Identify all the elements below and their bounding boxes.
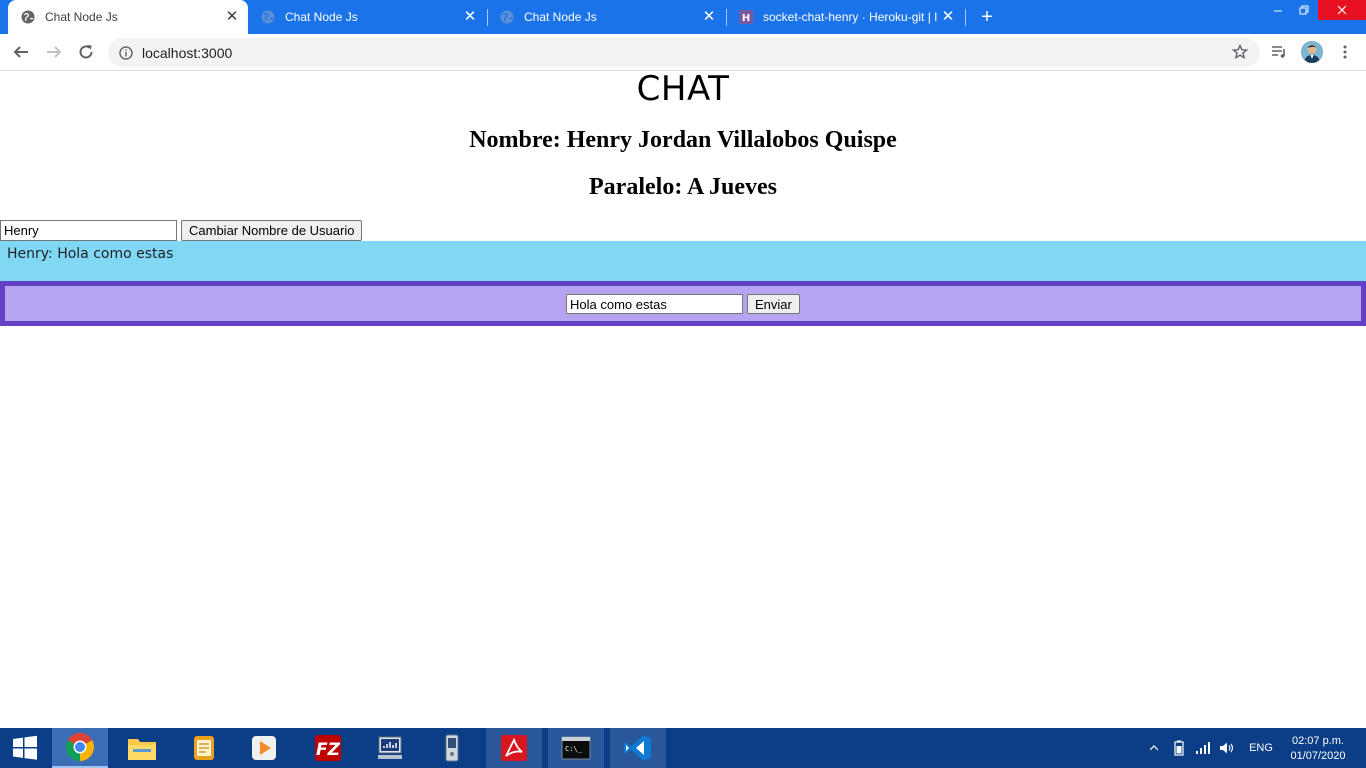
menu-kebab-icon[interactable] (1333, 40, 1357, 64)
acrobat-icon (501, 735, 527, 761)
restore-icon[interactable] (1291, 0, 1317, 20)
svg-text:H: H (742, 13, 750, 24)
tab-chat-node-1[interactable]: Chat Node Js ✕ (8, 0, 248, 34)
tab-strip: Chat Node Js ✕ Chat Node Js ✕ Chat Node … (0, 0, 1366, 34)
windows-logo-icon (13, 735, 37, 760)
change-username-button[interactable]: Cambiar Nombre de Usuario (181, 220, 363, 241)
network-signal-icon[interactable] (1193, 728, 1213, 768)
media-queue-icon[interactable] (1267, 40, 1291, 64)
reload-icon[interactable] (74, 40, 98, 64)
svg-text:C:\_: C:\_ (565, 745, 583, 753)
device-icon (445, 734, 459, 762)
globe-icon (500, 10, 514, 24)
filezilla-icon: FZ (315, 735, 341, 761)
messages-list: Henry: Hola como estas (0, 241, 1366, 281)
new-tab-icon[interactable]: + (977, 6, 997, 28)
message-input[interactable] (566, 294, 743, 314)
tab-title: Chat Node Js (285, 10, 358, 24)
back-arrow-icon[interactable] (9, 40, 33, 64)
folder-icon (128, 739, 156, 760)
student-name-heading: Nombre: Henry Jordan Villalobos Quispe (469, 127, 897, 153)
taskbar-file-explorer[interactable] (114, 728, 170, 768)
taskbar-acrobat[interactable] (486, 728, 542, 768)
close-tab-icon[interactable]: ✕ (701, 9, 717, 25)
chrome-icon (66, 733, 94, 761)
taskbar-chrome[interactable] (52, 728, 108, 768)
media-player-icon (252, 736, 276, 760)
vscode-icon (624, 735, 651, 761)
tab-chat-node-3[interactable]: Chat Node Js ✕ (487, 0, 725, 34)
tab-title: socket-chat-henry · Heroku-git | I (763, 10, 938, 24)
globe-icon (21, 10, 35, 24)
show-hidden-icons-icon[interactable] (1148, 728, 1160, 768)
chat-message: Henry: Hola como estas (7, 246, 174, 262)
profile-avatar[interactable] (1301, 41, 1323, 63)
close-tab-icon[interactable]: ✕ (940, 9, 956, 25)
svg-text:FZ: FZ (316, 740, 341, 760)
language-indicator[interactable]: ENG (1246, 728, 1276, 768)
info-icon[interactable] (119, 45, 133, 60)
battery-icon[interactable] (1170, 728, 1188, 768)
network-monitor-icon (378, 736, 402, 759)
notes-icon (194, 736, 214, 760)
clock-date: 01/07/2020 (1290, 750, 1346, 762)
globe-icon (261, 10, 275, 24)
taskbar-filezilla[interactable]: FZ (300, 728, 356, 768)
paralelo-heading: Paralelo: A Jueves (589, 174, 777, 200)
tab-title: Chat Node Js (524, 10, 597, 24)
taskbar-device-app[interactable] (424, 728, 480, 768)
chat-page: CHAT Nombre: Henry Jordan Villalobos Qui… (0, 71, 1366, 728)
tab-title: Chat Node Js (45, 10, 118, 24)
taskbar-media-player[interactable] (236, 728, 292, 768)
system-clock[interactable]: 02:07 p.m. 01/07/2020 (1283, 734, 1353, 764)
tab-chat-node-2[interactable]: Chat Node Js ✕ (248, 0, 486, 34)
page-title: CHAT (636, 69, 730, 109)
taskbar-network-app[interactable] (362, 728, 418, 768)
windows-taskbar: FZ C:\_ ENG 02:07 p.m. 01/07/2020 (0, 728, 1366, 768)
taskbar-vscode[interactable] (610, 728, 666, 768)
heroku-icon: H (739, 10, 753, 24)
volume-icon[interactable] (1217, 728, 1237, 768)
send-button[interactable]: Enviar (747, 294, 800, 314)
address-bar[interactable]: localhost:3000 (108, 38, 1260, 67)
close-tab-icon[interactable]: ✕ (224, 9, 240, 25)
browser-toolbar: localhost:3000 (0, 34, 1366, 71)
minimize-icon[interactable] (1265, 0, 1291, 20)
tab-heroku[interactable]: H socket-chat-henry · Heroku-git | I ✕ (726, 0, 964, 34)
clock-time: 02:07 p.m. (1292, 735, 1344, 747)
url-text: localhost:3000 (142, 44, 233, 61)
taskbar-command-prompt[interactable]: C:\_ (548, 728, 604, 768)
forward-arrow-icon[interactable] (42, 40, 66, 64)
start-button[interactable] (0, 728, 50, 768)
tab-separator (965, 9, 966, 26)
bookmark-star-icon[interactable] (1228, 40, 1252, 64)
taskbar-notes[interactable] (176, 728, 232, 768)
close-tab-icon[interactable]: ✕ (462, 9, 478, 25)
username-input[interactable] (0, 220, 177, 241)
window-close-icon[interactable] (1318, 0, 1366, 20)
command-prompt-icon: C:\_ (561, 736, 591, 760)
